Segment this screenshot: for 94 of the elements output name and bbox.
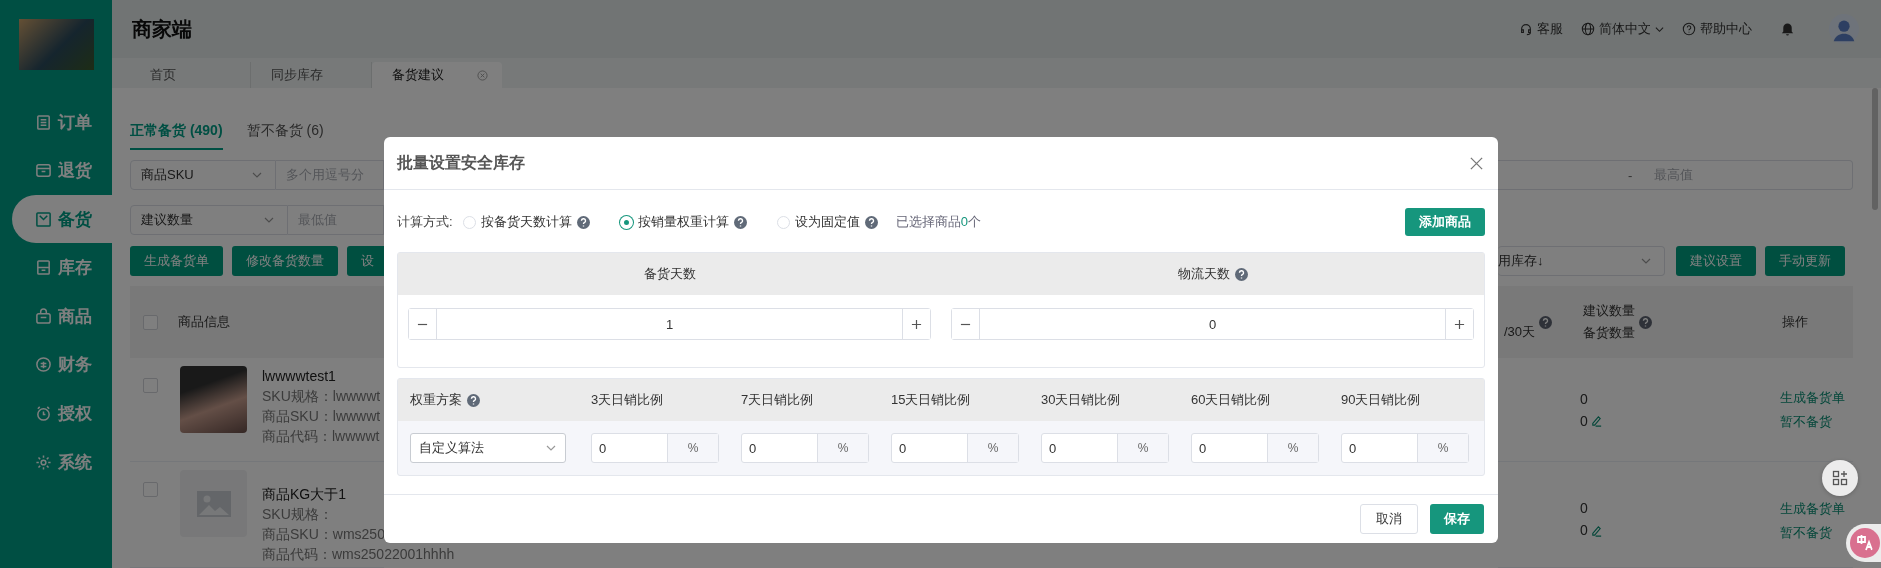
content-tab[interactable]: 暂不备货 (6): [246, 122, 324, 150]
action-button[interactable]: 建议设置: [1676, 246, 1756, 276]
chevron-down-icon: [1655, 24, 1664, 34]
photo-placeholder: [180, 366, 247, 433]
document-icon: [35, 113, 52, 131]
sidebar-item[interactable]: 授权: [0, 389, 112, 438]
product-detail: SKU规格：: [262, 505, 334, 524]
sidebar-item[interactable]: 系统: [0, 438, 112, 487]
column-header: 30天日销比例: [1041, 391, 1122, 409]
service-link[interactable]: 客服: [1519, 20, 1563, 38]
sku-select[interactable]: 商品SKU: [130, 160, 276, 190]
stock-quantity: 0: [1580, 412, 1588, 429]
avatar-icon[interactable]: [1829, 14, 1859, 44]
dialog-title: 批量设置安全库存: [397, 152, 525, 173]
sidebar-item[interactable]: 商品: [0, 292, 112, 341]
sidebar-item[interactable]: 退货: [0, 146, 112, 195]
help-icon[interactable]: [733, 215, 747, 229]
product-detail: 商品代码：lwwwwt: [262, 427, 381, 446]
coin-icon: [35, 356, 52, 374]
help-link[interactable]: 帮助中心: [1682, 20, 1752, 38]
column-header: 建议数量 备货数量: [1583, 302, 1635, 342]
page-tab[interactable]: 备货建议: [372, 62, 502, 88]
sidebar-item[interactable]: 财务: [0, 340, 112, 389]
product-name: 商品KG大于1: [262, 485, 347, 504]
column-header: 3天日销比例: [591, 391, 665, 409]
help-icon[interactable]: [864, 215, 878, 229]
row-action-link[interactable]: 生成备货单: [1780, 500, 1853, 518]
help-icon[interactable]: [1539, 315, 1552, 329]
radio-circle[interactable]: [462, 215, 476, 229]
column-header: 60天日销比例: [1191, 391, 1272, 409]
save-button[interactable]: 保存: [1430, 504, 1484, 534]
action-button[interactable]: 手动更新: [1765, 246, 1845, 276]
help-icon[interactable]: [1234, 267, 1248, 281]
column-header: 商品信息: [178, 313, 230, 331]
method-label: 计算方式:: [397, 213, 453, 231]
column-header: 15天日销比例: [891, 391, 972, 409]
bell-icon[interactable]: [1780, 21, 1795, 37]
headset-icon: [1519, 22, 1533, 36]
column-header: 操作: [1782, 313, 1808, 331]
stock-quantity: 0: [1580, 522, 1588, 538]
help-icon: [1682, 22, 1696, 36]
help-icon[interactable]: [467, 393, 480, 407]
radio-circle[interactable]: [776, 215, 790, 229]
pencil-icon[interactable]: [1589, 414, 1603, 427]
action-button[interactable]: 生成备货单: [130, 246, 223, 276]
product-detail: 商品SKU：lwwwwt: [262, 407, 381, 426]
pencil-icon[interactable]: [1589, 523, 1603, 537]
help-icon[interactable]: [1639, 315, 1652, 329]
sort-select[interactable]: 用库存↓: [1498, 246, 1665, 276]
grid-plus-icon: [1832, 470, 1848, 486]
cancel-button[interactable]: 取消: [1360, 504, 1418, 534]
cabinet-icon: [35, 259, 52, 277]
translate-button[interactable]: [1846, 524, 1881, 562]
column-header: 7天日销比例: [741, 391, 815, 409]
selected-count-text: 已选择商品0个: [895, 213, 981, 231]
product-detail: 商品代码：wms25022001hhhh: [262, 545, 455, 564]
gear-icon: [35, 453, 52, 471]
scheme-select[interactable]: 自定义算法: [410, 433, 566, 463]
method-radio[interactable]: 设为固定值: [776, 213, 878, 231]
page-tab[interactable]: 首页: [130, 62, 251, 88]
column-header: 备货天数: [643, 265, 696, 283]
alarm-clock-icon: [35, 405, 52, 423]
product-detail: SKU规格：lwwwwt: [262, 387, 381, 406]
globe-icon: [1581, 22, 1595, 36]
bag-icon: [35, 307, 52, 325]
translate-icon: [1850, 528, 1880, 558]
product-name: lwwwwtest1: [262, 367, 337, 386]
close-icon[interactable]: [477, 69, 488, 81]
method-radio[interactable]: 按备货天数计算: [462, 213, 590, 231]
row-action-link[interactable]: 暂不备货: [1780, 412, 1853, 431]
suggested-quantity: 0: [1580, 500, 1589, 516]
column-header: 90天日销比例: [1341, 391, 1422, 409]
column-header: 物流天数: [1177, 265, 1230, 283]
row-action-link[interactable]: 生成备货单: [1780, 388, 1853, 407]
column-header: /30天: [1503, 323, 1535, 341]
column-header: 权重方案: [410, 391, 462, 409]
box-icon: [35, 162, 52, 180]
apps-button[interactable]: [1822, 460, 1858, 496]
sidebar-item[interactable]: 库存: [0, 243, 112, 292]
product-detail: 商品SKU：wms250: [262, 525, 386, 544]
quantity-select[interactable]: 建议数量: [130, 205, 288, 235]
method-radio[interactable]: 按销量权重计算: [619, 213, 747, 231]
action-button[interactable]: 修改备货数量: [232, 246, 338, 276]
add-product-button[interactable]: 添加商品: [1405, 208, 1485, 236]
language-dropdown[interactable]: 简体中文: [1581, 20, 1664, 38]
tray-icon: [35, 210, 52, 228]
close-icon[interactable]: [1469, 155, 1484, 171]
content-tab[interactable]: 正常备货 (490): [130, 122, 223, 150]
suggested-quantity: 0: [1580, 390, 1589, 407]
scrollbar[interactable]: [1872, 88, 1878, 210]
help-icon[interactable]: [576, 215, 590, 229]
sidebar-item[interactable]: 备货: [12, 195, 112, 244]
app-title: 商家端: [132, 16, 192, 42]
sidebar-item[interactable]: 订单: [0, 98, 112, 146]
